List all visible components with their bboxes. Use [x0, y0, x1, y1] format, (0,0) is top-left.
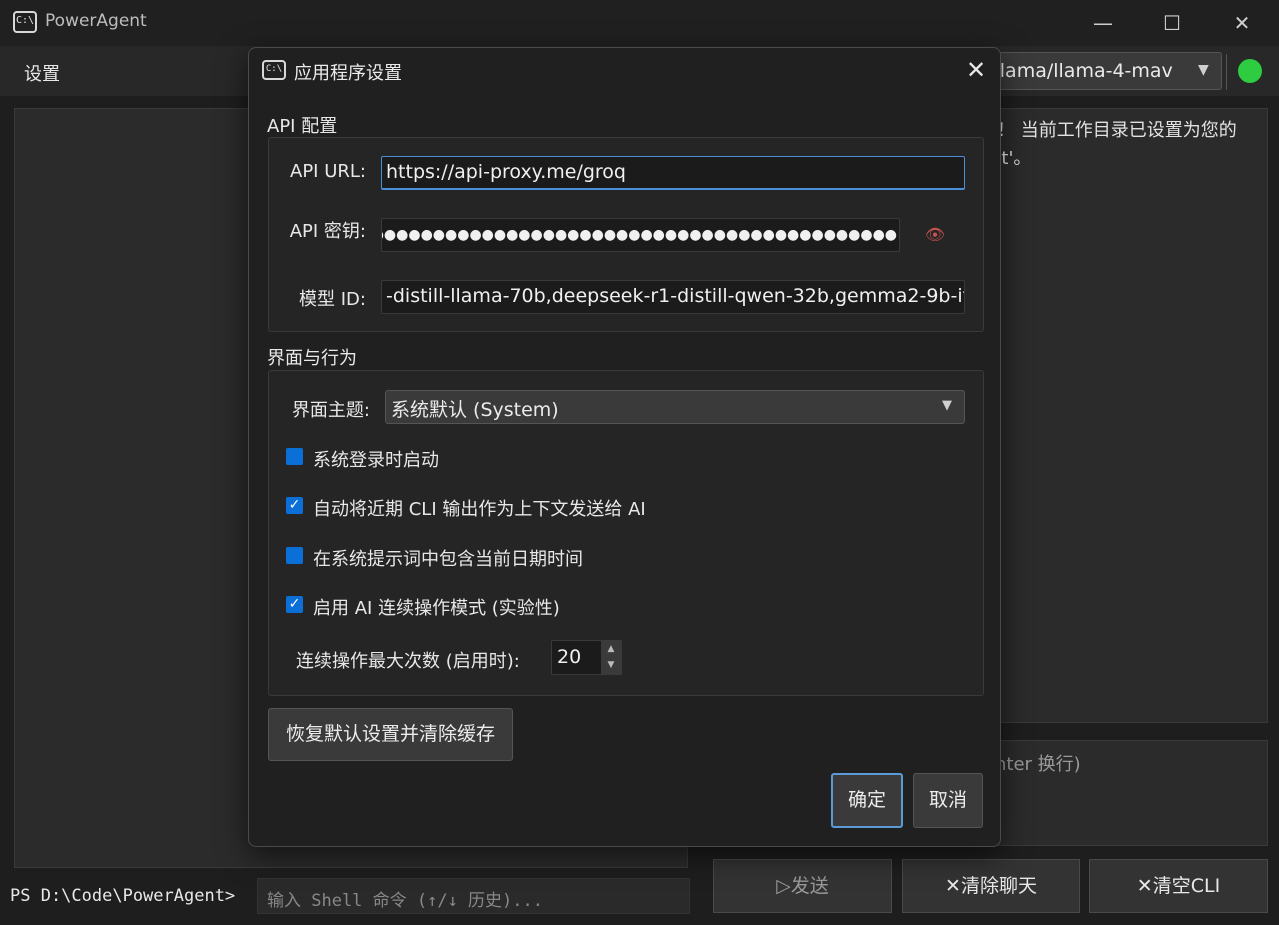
menu-settings[interactable]: 设置: [24, 60, 60, 86]
close-window-button[interactable]: ✕: [1222, 6, 1262, 40]
chat-message-line-1: t！ 当前工作目录已设置为您的: [990, 120, 1237, 141]
api-url-label: API URL:: [290, 161, 366, 182]
status-indicator: [1238, 59, 1262, 83]
chat-history-panel: [985, 108, 1268, 723]
clear-chat-button[interactable]: ✕清除聊天: [902, 859, 1080, 913]
terminal-icon: C:\: [262, 60, 286, 80]
send-button[interactable]: ▷发送: [713, 859, 892, 913]
dialog-title: 应用程序设置: [294, 63, 402, 84]
maximize-button[interactable]: ☐: [1152, 6, 1192, 40]
api-section-title: API 配置: [267, 116, 338, 137]
checkbox-label: 自动将近期 CLI 输出作为上下文发送给 AI: [313, 499, 646, 520]
ui-section-title: 界面与行为: [267, 348, 357, 369]
terminal-icon: C:\: [13, 11, 37, 33]
checkbox-continuous-mode[interactable]: ✓: [286, 596, 303, 613]
spinbox-arrows: ▲ ▼: [601, 641, 621, 674]
theme-label: 界面主题:: [291, 400, 370, 421]
checkbox-launch-on-login[interactable]: [286, 448, 303, 465]
checkbox-label: 在系统提示词中包含当前日期时间: [313, 549, 583, 570]
reset-defaults-button[interactable]: 恢复默认设置并清除缓存: [268, 708, 513, 761]
cli-prompt: PS D:\Code\PowerAgent>: [10, 886, 236, 906]
chat-message-line-2: nt'。: [990, 148, 1032, 169]
chevron-down-icon: ▼: [1198, 62, 1209, 78]
max-ops-label: 连续操作最大次数 (启用时):: [296, 651, 520, 672]
checkbox-send-cli-context[interactable]: ✓: [286, 497, 303, 514]
chat-message: t！ 当前工作目录已设置为您的 nt'。: [990, 117, 1265, 173]
spin-down-icon[interactable]: ▼: [601, 657, 621, 673]
chat-input-placeholder: nter 换行): [995, 754, 1081, 775]
close-dialog-button[interactable]: ✕: [960, 55, 992, 87]
api-url-field[interactable]: https://api-proxy.me/groq: [381, 156, 965, 190]
chevron-down-icon: ▼: [942, 398, 952, 413]
checkbox-include-datetime[interactable]: [286, 547, 303, 564]
checkbox-label: 系统登录时启动: [313, 450, 439, 471]
clear-cli-button[interactable]: ✕清空CLI: [1089, 859, 1268, 913]
divider: [1226, 54, 1227, 90]
cli-input[interactable]: 输入 Shell 命令 (↑/↓ 历史)...: [257, 878, 690, 914]
model-select[interactable]: a-llama/llama-4-mav ▼: [975, 52, 1222, 90]
model-select-value: a-llama/llama-4-mav: [976, 60, 1173, 82]
api-key-field[interactable]: ●●●●●●●●●●●●●●●●●●●●●●●●●●●●●●●●●●●●●●●●…: [381, 218, 900, 252]
max-ops-value: 20: [557, 646, 582, 668]
cancel-button[interactable]: 取消: [913, 773, 983, 828]
minimize-button[interactable]: —: [1083, 6, 1123, 40]
window-title: PowerAgent: [45, 11, 147, 31]
model-id-field[interactable]: -distill-llama-70b,deepseek-r1-distill-q…: [381, 280, 965, 314]
theme-select[interactable]: 系统默认 (System): [385, 390, 965, 424]
checkbox-label: 启用 AI 连续操作模式 (实验性): [313, 598, 560, 619]
api-key-label: API 密钥:: [289, 221, 366, 242]
spin-up-icon[interactable]: ▲: [601, 641, 621, 657]
model-id-label: 模型 ID:: [299, 289, 366, 310]
ok-button[interactable]: 确定: [831, 773, 903, 828]
eye-icon[interactable]: 👁: [924, 225, 946, 245]
